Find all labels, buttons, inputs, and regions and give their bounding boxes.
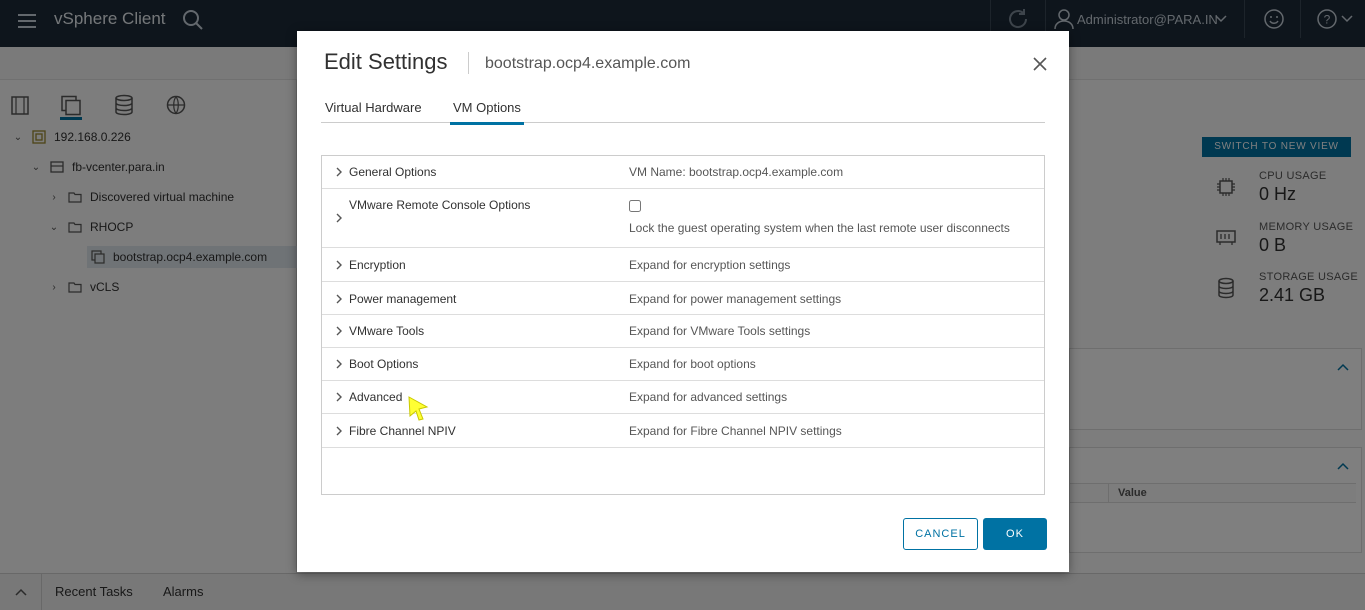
row-value: Expand for VMware Tools settings — [629, 324, 811, 338]
chevron-right-icon[interactable] — [334, 426, 344, 436]
dialog-subtitle: bootstrap.ocp4.example.com — [485, 55, 691, 72]
row-general-options[interactable]: General Options VM Name: bootstrap.ocp4.… — [322, 156, 1044, 189]
chevron-right-icon[interactable] — [334, 260, 344, 270]
ok-button[interactable]: OK — [983, 518, 1047, 550]
row-value: Expand for encryption settings — [629, 258, 791, 272]
chevron-right-icon[interactable] — [334, 167, 344, 177]
chevron-right-icon[interactable] — [334, 392, 344, 402]
title-divider — [468, 52, 469, 74]
row-boot-options[interactable]: Boot Options Expand for boot options — [322, 348, 1044, 381]
mouse-cursor-icon — [408, 396, 429, 421]
vm-options-grid: General Options VM Name: bootstrap.ocp4.… — [321, 155, 1045, 495]
chevron-right-icon[interactable] — [334, 359, 344, 369]
lock-guest-os-checkbox[interactable] — [629, 200, 641, 212]
row-label: Boot Options — [349, 357, 419, 371]
row-value: Expand for power management settings — [629, 292, 842, 306]
row-value: Expand for advanced settings — [629, 390, 788, 404]
row-label: Fibre Channel NPIV — [349, 424, 456, 438]
row-value: Expand for boot options — [629, 357, 756, 371]
row-label: General Options — [349, 165, 437, 179]
dialog-title: Edit Settings — [324, 49, 448, 74]
row-label: Encryption — [349, 258, 406, 272]
row-label: VMware Remote Console Options — [349, 198, 531, 212]
settings-tabs: Virtual Hardware VM Options — [321, 98, 1045, 125]
row-value: VM Name: bootstrap.ocp4.example.com — [629, 165, 844, 179]
row-label: Advanced — [349, 390, 403, 404]
chevron-right-icon[interactable] — [334, 213, 344, 223]
tab-vm-options[interactable]: VM Options — [450, 100, 524, 125]
tab-virtual-hardware[interactable]: Virtual Hardware — [322, 100, 425, 123]
row-power-management[interactable]: Power management Expand for power manage… — [322, 282, 1044, 315]
row-label: VMware Tools — [349, 324, 425, 338]
row-remote-console-options[interactable]: VMware Remote Console Options Lock the g… — [322, 189, 1044, 248]
edit-settings-dialog: Edit Settings bootstrap.ocp4.example.com… — [297, 31, 1069, 572]
cancel-button[interactable]: CANCEL — [903, 518, 978, 550]
chevron-right-icon[interactable] — [334, 294, 344, 304]
row-label: Power management — [349, 292, 457, 306]
row-vmware-tools[interactable]: VMware Tools Expand for VMware Tools set… — [322, 315, 1044, 348]
row-encryption[interactable]: Encryption Expand for encryption setting… — [322, 248, 1044, 282]
chevron-right-icon[interactable] — [334, 326, 344, 336]
close-icon[interactable] — [1032, 56, 1048, 72]
row-value: Lock the guest operating system when the… — [629, 221, 1010, 235]
row-value: Expand for Fibre Channel NPIV settings — [629, 424, 842, 438]
